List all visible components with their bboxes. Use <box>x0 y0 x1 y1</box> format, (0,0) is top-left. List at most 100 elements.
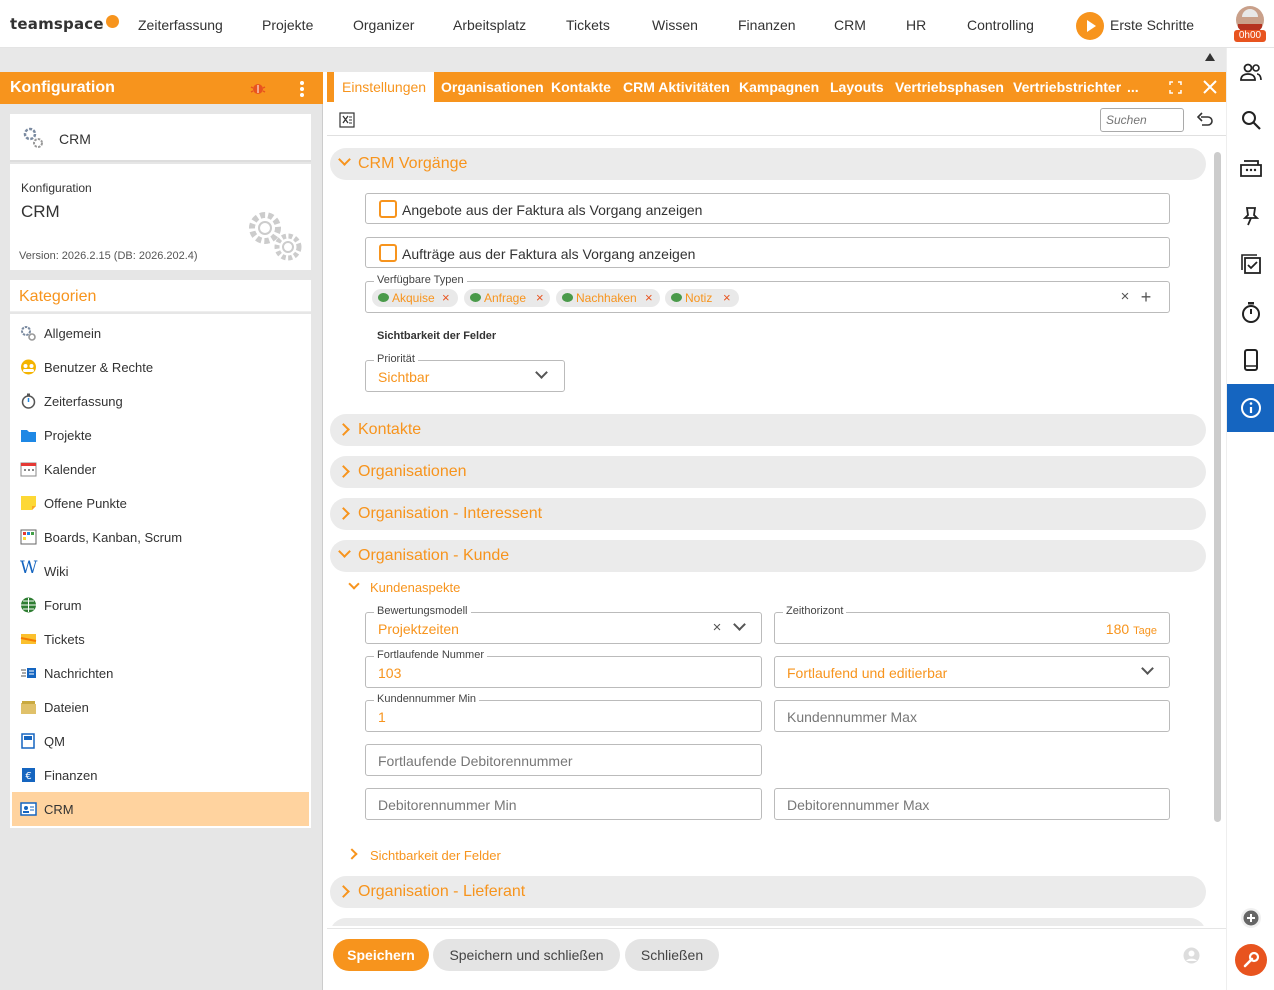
settings-tools-button[interactable] <box>1227 936 1274 984</box>
erste-schritte-label: Erste Schritte <box>1110 17 1195 33</box>
excel-export-icon[interactable] <box>339 112 355 128</box>
category-kalender[interactable]: Kalender <box>12 452 309 486</box>
category-tickets[interactable]: Tickets <box>12 622 309 656</box>
category-finanzen[interactable]: € Finanzen <box>12 758 309 792</box>
module-card[interactable]: CRM <box>10 114 311 162</box>
contacts-button[interactable] <box>1227 48 1274 96</box>
search-button[interactable] <box>1227 96 1274 144</box>
checkbox-box[interactable] <box>379 200 397 218</box>
save-close-button[interactable]: Speichern und schließen <box>433 939 620 971</box>
section-organisationen[interactable]: Organisationen <box>330 456 1206 488</box>
category-dateien[interactable]: Dateien <box>12 690 309 724</box>
debitorennummer-max-field[interactable]: Debitorennummer Max <box>774 788 1170 820</box>
search-input[interactable] <box>1100 108 1184 132</box>
collapse-up-icon[interactable] <box>1205 53 1215 61</box>
bewertungsmodell-select[interactable]: Bewertungsmodell Projektzeiten × <box>365 605 762 644</box>
type-chip-notiz[interactable]: Notiz × <box>665 289 739 307</box>
category-benutzer-rechte[interactable]: Benutzer & Rechte <box>12 350 309 384</box>
close-icon[interactable] <box>1203 80 1217 94</box>
configuration-title: Konfiguration <box>10 79 115 96</box>
tab-more[interactable]: ... <box>1127 79 1139 95</box>
tab-crm-aktivitaeten[interactable]: CRM Aktivitäten <box>623 79 730 95</box>
category-wiki[interactable]: W Wiki <box>12 554 309 588</box>
mobile-button[interactable] <box>1227 336 1274 384</box>
clear-icon[interactable]: × <box>710 620 724 635</box>
pin-button[interactable] <box>1227 192 1274 240</box>
verfuegbare-typen-field[interactable]: Verfügbare Typen Akquise × Anfrage × Nachh… <box>365 274 1170 313</box>
debitorennummer-min-field[interactable]: Debitorennummer Min <box>365 788 762 820</box>
remove-chip-icon[interactable]: × <box>442 290 450 305</box>
nav-arbeitsplatz[interactable]: Arbeitsplatz <box>453 17 526 33</box>
undo-icon[interactable] <box>1197 112 1213 126</box>
category-zeiterfassung[interactable]: Zeiterfassung <box>12 384 309 418</box>
category-projekte[interactable]: Projekte <box>12 418 309 452</box>
tab-layouts[interactable]: Layouts <box>830 79 884 95</box>
section-org-kunde[interactable]: Organisation - Kunde <box>330 540 1206 572</box>
sticky-note-icon <box>21 496 36 510</box>
nav-zeiterfassung[interactable]: Zeiterfassung <box>138 17 223 33</box>
section-kontakte[interactable]: Kontakte <box>330 414 1206 446</box>
user-avatar[interactable]: 0h00 <box>1234 6 1266 42</box>
category-offene-punkte[interactable]: Offene Punkte <box>12 486 309 520</box>
bug-icon[interactable] <box>250 80 266 96</box>
fortlaufend-mode-select[interactable]: Fortlaufend und editierbar <box>774 656 1170 688</box>
nav-tickets[interactable]: Tickets <box>566 17 610 33</box>
section-crm-vorgaenge[interactable]: CRM Vorgänge <box>330 148 1206 180</box>
type-chip-akquise[interactable]: Akquise × <box>372 289 458 307</box>
field-placeholder: Debitorennummer Min <box>378 797 517 813</box>
remove-chip-icon[interactable]: × <box>723 290 731 305</box>
remove-chip-icon[interactable]: × <box>645 290 653 305</box>
category-crm[interactable]: CRM <box>12 792 309 826</box>
zeithorizont-field[interactable]: Zeithorizont 180 Tage <box>774 605 1170 644</box>
more-options-icon[interactable] <box>298 80 306 98</box>
user-circle-icon[interactable] <box>1183 947 1200 964</box>
nav-crm[interactable]: CRM <box>834 17 866 33</box>
type-chip-anfrage[interactable]: Anfrage × <box>464 289 550 307</box>
tab-einstellungen[interactable]: Einstellungen <box>334 72 435 102</box>
category-nachrichten[interactable]: Nachrichten <box>12 656 309 690</box>
save-button[interactable]: Speichern <box>333 939 429 971</box>
nav-projekte[interactable]: Projekte <box>262 17 313 33</box>
nav-controlling[interactable]: Controlling <box>967 17 1034 33</box>
section-next[interactable] <box>330 918 1206 926</box>
tasks-button[interactable] <box>1227 240 1274 288</box>
tab-vertriebstrichter[interactable]: Vertriebstrichter <box>1013 79 1121 95</box>
add-icon[interactable]: + <box>1139 288 1153 306</box>
kundennummer-min-field[interactable]: Kundennummer Min 1 <box>365 693 762 732</box>
nav-hr[interactable]: HR <box>906 17 926 33</box>
checkbox-box[interactable] <box>379 244 397 262</box>
category-qm[interactable]: QM <box>12 724 309 758</box>
nav-organizer[interactable]: Organizer <box>353 17 414 33</box>
prioritaet-select[interactable]: Priorität Sichtbar <box>365 353 565 392</box>
inbox-button[interactable] <box>1227 144 1274 192</box>
section-org-interessent[interactable]: Organisation - Interessent <box>330 498 1206 530</box>
close-button[interactable]: Schließen <box>625 939 719 971</box>
vertical-scrollbar[interactable] <box>1212 142 1222 882</box>
category-allgemein[interactable]: Allgemein <box>12 316 309 350</box>
nav-wissen[interactable]: Wissen <box>652 17 698 33</box>
add-widget-button[interactable] <box>1227 894 1274 942</box>
section-org-lieferant[interactable]: Organisation - Lieferant <box>330 876 1206 908</box>
section-title: Organisation - Interessent <box>358 505 543 522</box>
fortlaufende-nummer-field[interactable]: Fortlaufende Nummer 103 <box>365 649 762 688</box>
checkbox-angebote[interactable]: Angebote aus der Faktura als Vorgang anz… <box>365 193 1170 224</box>
category-forum[interactable]: Forum <box>12 588 309 622</box>
clear-icon[interactable]: × <box>1118 289 1132 304</box>
fortlaufende-debitorennummer-field[interactable]: Fortlaufende Debitorennummer <box>365 744 762 776</box>
remove-chip-icon[interactable]: × <box>536 290 544 305</box>
category-label: Tickets <box>44 632 85 647</box>
category-boards[interactable]: Boards, Kanban, Scrum <box>12 520 309 554</box>
nav-finanzen[interactable]: Finanzen <box>738 17 796 33</box>
checkbox-auftraege[interactable]: Aufträge aus der Faktura als Vorgang anz… <box>365 237 1170 268</box>
timer-button[interactable] <box>1227 288 1274 336</box>
info-button[interactable] <box>1227 384 1274 432</box>
type-chip-nachhaken[interactable]: Nachhaken × <box>556 289 660 307</box>
maximize-icon[interactable] <box>1169 81 1182 94</box>
teamspace-logo[interactable]: teamspace <box>10 15 119 33</box>
tab-organisationen[interactable]: Organisationen <box>441 79 544 95</box>
tab-kampagnen[interactable]: Kampagnen <box>739 79 819 95</box>
tab-kontakte[interactable]: Kontakte <box>551 79 611 95</box>
scrollbar-thumb[interactable] <box>1214 152 1221 822</box>
kundennummer-max-field[interactable]: Kundennummer Max <box>774 700 1170 732</box>
tab-vertriebsphasen[interactable]: Vertriebsphasen <box>895 79 1004 95</box>
